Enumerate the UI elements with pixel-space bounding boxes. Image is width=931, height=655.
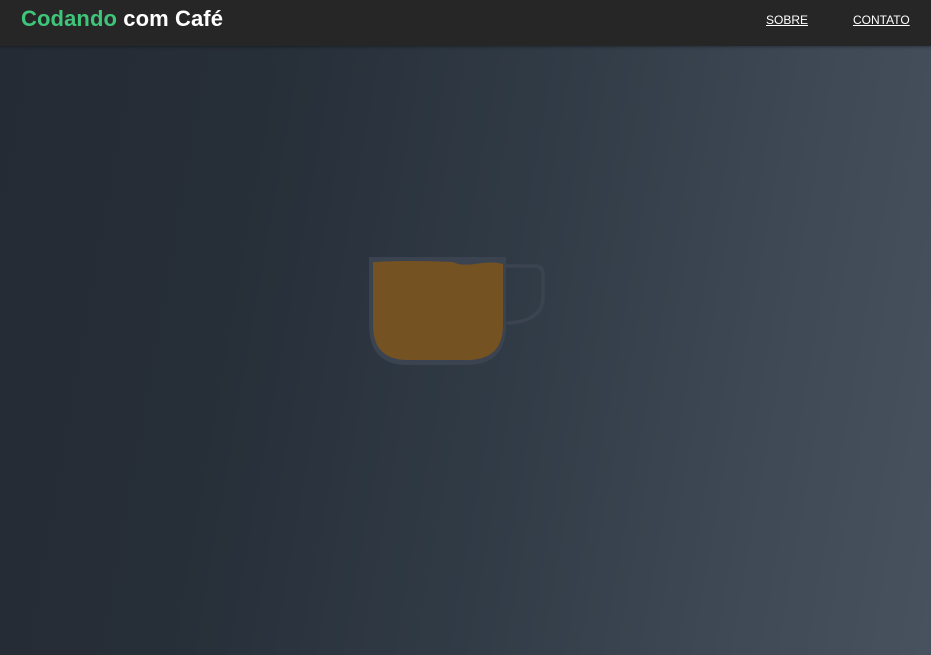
navbar: Codando com Café SOBRE CONTATO [0, 0, 931, 46]
site-logo[interactable]: Codando com Café [21, 6, 223, 32]
brand-rest-text: com Café [117, 6, 224, 31]
nav-link-sobre[interactable]: SOBRE [766, 13, 808, 27]
nav-link-contato[interactable]: CONTATO [853, 13, 910, 27]
cup-handle [504, 264, 545, 325]
brand-accent-text: Codando [21, 6, 118, 31]
coffee-cup-icon [369, 257, 545, 365]
coffee-liquid [373, 261, 503, 360]
page: Codando com Café SOBRE CONTATO [0, 0, 931, 655]
